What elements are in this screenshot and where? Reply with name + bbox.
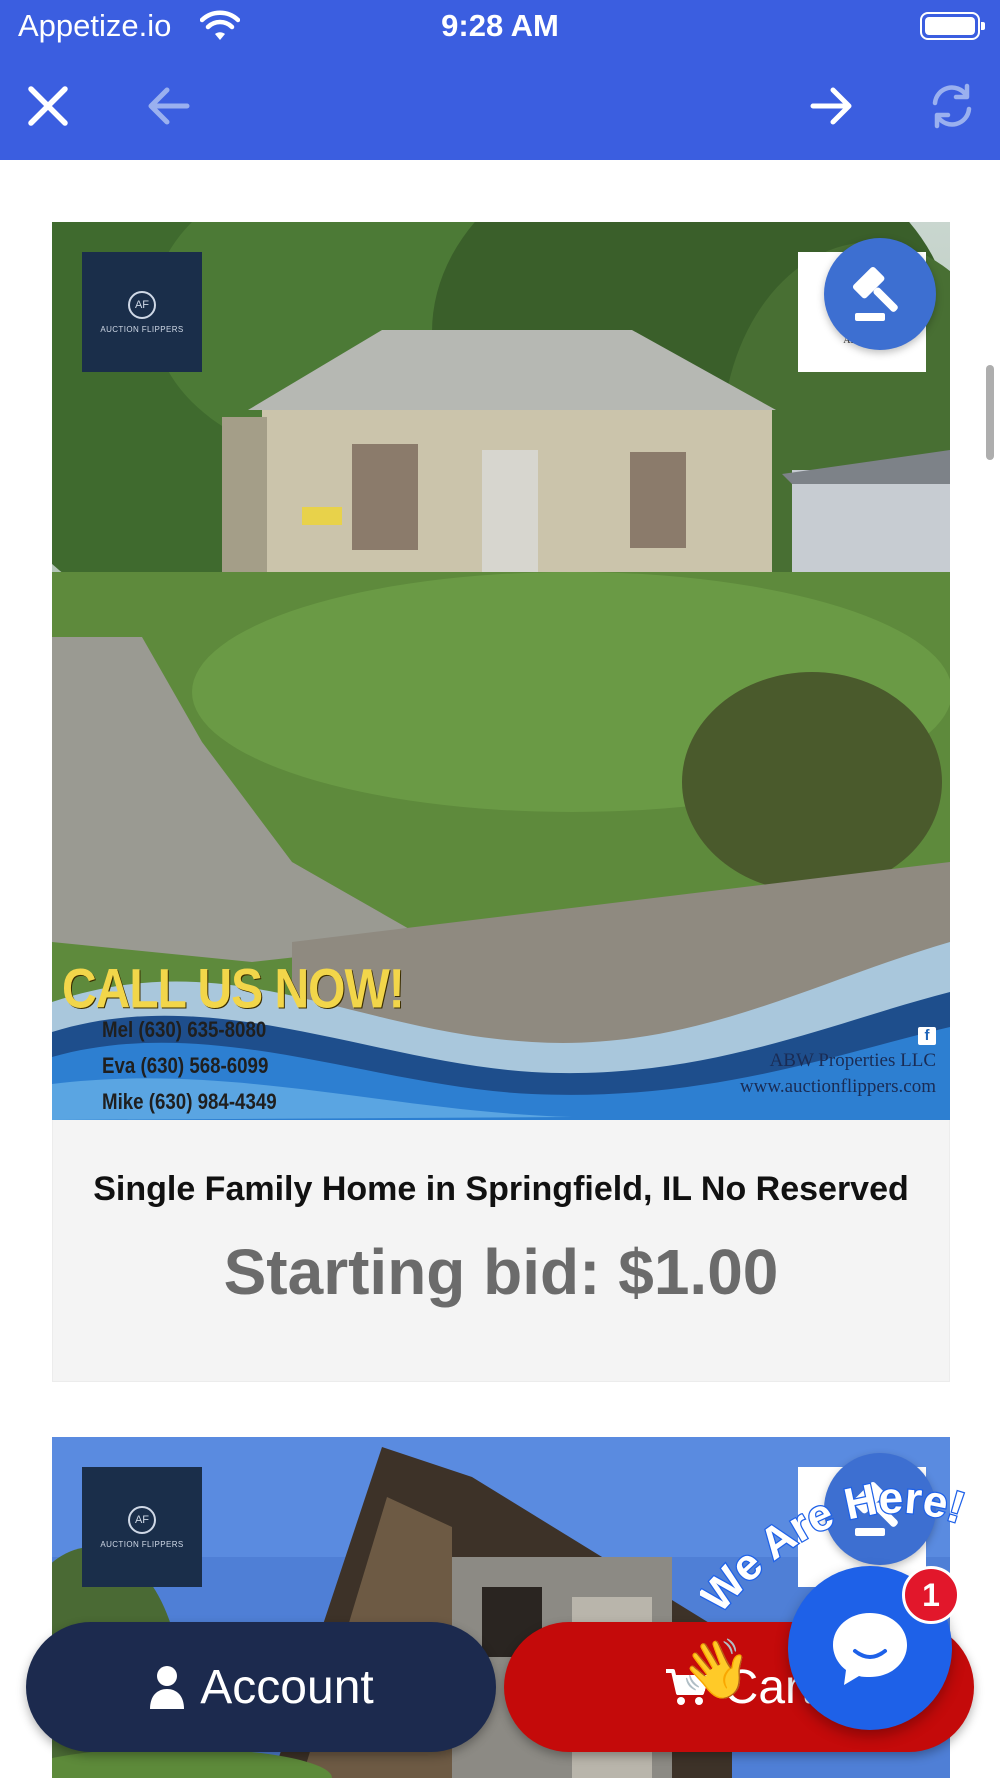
close-icon [28,86,68,126]
phone-number: Eva (630) 568-6099 [102,1053,269,1078]
phone-number: Mike (630) 984-4349 [102,1089,277,1114]
account-label: Account [200,1660,374,1714]
phone-number: Mel (630) 635-8080 [102,1017,267,1042]
close-button[interactable] [20,78,76,134]
company-name: ABW Properties LLC [769,1050,936,1071]
facebook-icon: f [918,1027,936,1045]
status-bar: Appetize.io 9:28 AM [0,0,1000,56]
arrow-left-icon [148,87,190,125]
phone-list: Mel (630) 635-8080 Eva (630) 568-6099 Mi… [102,1012,277,1120]
listing-card[interactable]: AF AUCTION FLIPPERS ABW P... CALL US NOW… [52,222,950,1382]
chat-unread-badge: 1 [902,1566,960,1624]
starting-bid: Starting bid: $1.00 [223,1236,779,1308]
arrow-right-icon [810,87,852,125]
reload-button[interactable] [924,78,980,134]
back-button[interactable] [140,78,196,134]
listing-title[interactable]: Single Family Home in Springfield, IL No… [53,1120,949,1209]
auction-flippers-logo: AF AUCTION FLIPPERS [82,252,202,372]
listing-info: Single Family Home in Springfield, IL No… [52,1120,950,1382]
forward-button[interactable] [804,78,860,134]
chat-bubble-icon [833,1613,907,1685]
auction-flippers-logo: AF AUCTION FLIPPERS [82,1467,202,1587]
waving-hand-icon: 👋 [679,1637,753,1702]
user-icon [150,1666,185,1709]
status-time: 9:28 AM [441,8,559,43]
refresh-icon [932,83,972,129]
browser-header: Appetize.io 9:28 AM [0,0,1000,160]
battery-icon [920,12,985,40]
gavel-icon [852,266,898,321]
brand-info: f ABW Properties LLC www.auctionflippers… [740,1022,936,1100]
bid-gavel-button[interactable] [824,238,936,350]
scrollbar[interactable] [986,365,994,460]
website-text: www.auctionflippers.com [739,1076,936,1097]
listing-photo[interactable]: AF AUCTION FLIPPERS ABW P... CALL US NOW… [52,222,950,1120]
account-button[interactable]: Account [26,1622,496,1752]
